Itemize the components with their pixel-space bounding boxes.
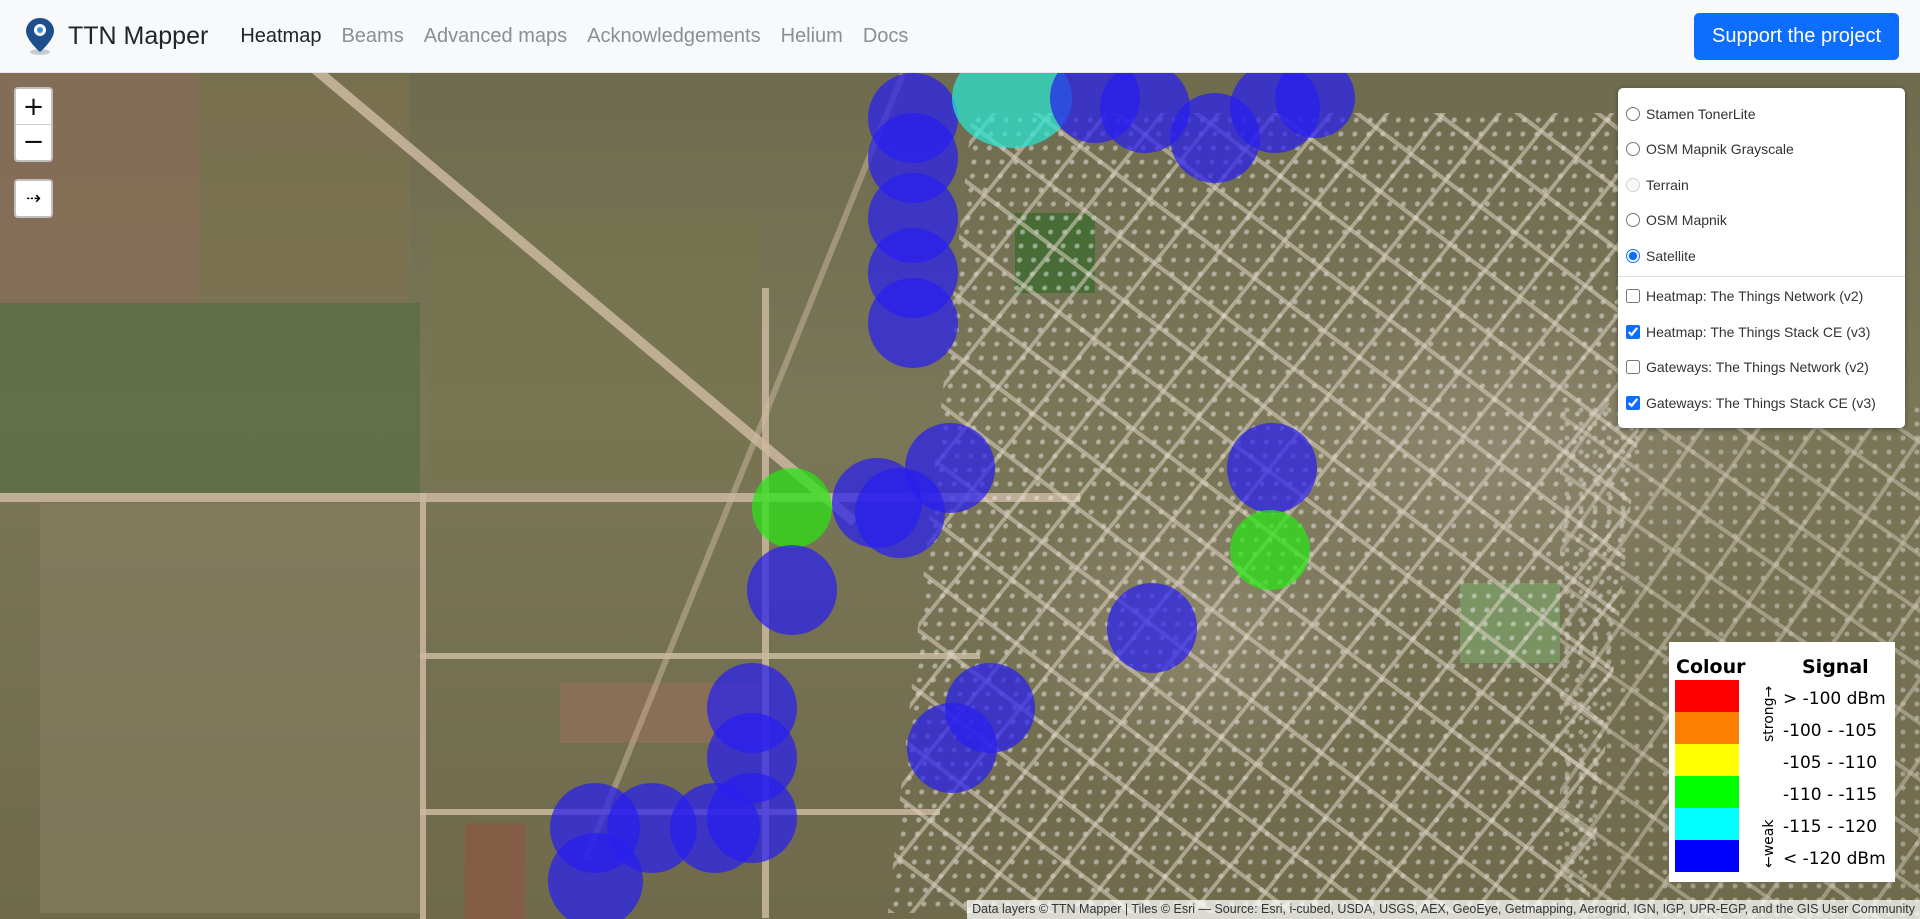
layer-label: OSM Mapnik Grayscale [1646, 141, 1794, 158]
navbar: TTN Mapper Heatmap Beams Advanced maps A… [0, 0, 1920, 73]
legend-colour-header: Colour [1676, 656, 1746, 678]
nav-advanced-maps[interactable]: Advanced maps [414, 25, 577, 48]
overlay-label: Gateways: The Things Network (v2) [1646, 359, 1869, 376]
map-field [465, 823, 525, 919]
layer-radio[interactable] [1626, 106, 1640, 121]
legend-swatch-blue [1675, 840, 1739, 872]
heatmap-cell [855, 468, 945, 558]
expand-arrow-icon[interactable]: ⇢ [14, 179, 53, 218]
support-project-button[interactable]: Support the project [1694, 13, 1899, 60]
layer-satellite[interactable]: Satellite [1626, 238, 1895, 274]
legend-range: -110 - -115 [1783, 785, 1878, 805]
legend-swatch-yellow [1675, 744, 1739, 776]
heatmap-cell [868, 278, 958, 368]
layer-label: Terrain [1646, 176, 1689, 193]
layer-label: Satellite [1646, 247, 1696, 264]
heatmap-cell [548, 833, 643, 919]
overlay-gateways-tts-v3[interactable]: Gateways: The Things Stack CE (v3) [1626, 385, 1895, 421]
map-field [40, 503, 420, 913]
map-attribution[interactable]: Data layers © TTN Mapper | Tiles © Esri … [967, 900, 1920, 919]
nav-beams[interactable]: Beams [331, 25, 413, 48]
layer-terrain: Terrain [1626, 167, 1895, 203]
legend-swatch-orange [1675, 712, 1739, 744]
layer-label: OSM Mapnik [1646, 212, 1727, 229]
layers-divider [1618, 275, 1905, 277]
legend-swatch-red [1675, 680, 1739, 712]
map-field [200, 73, 410, 303]
nav-docs[interactable]: Docs [853, 25, 919, 48]
heatmap-cell [907, 703, 997, 793]
heatmap-cell [1230, 510, 1310, 590]
overlay-checkbox[interactable] [1626, 395, 1640, 410]
layer-osm-mapnik-grayscale[interactable]: OSM Mapnik Grayscale [1626, 132, 1895, 168]
heatmap-cell [752, 468, 832, 548]
map-road [420, 493, 426, 919]
legend-range: > -100 dBm [1783, 689, 1886, 709]
overlay-label: Heatmap: The Things Stack CE (v3) [1646, 323, 1871, 340]
legend-range: -115 - -120 [1783, 817, 1878, 837]
legend-signal-header: Signal [1802, 656, 1869, 678]
legend-range: -105 - -110 [1783, 753, 1878, 773]
overlay-gateways-ttn-v2[interactable]: Gateways: The Things Network (v2) [1626, 350, 1895, 386]
overlay-heatmap-ttn-v2[interactable]: Heatmap: The Things Network (v2) [1626, 279, 1895, 315]
zoom-control: + − [14, 87, 53, 162]
overlay-label: Gateways: The Things Stack CE (v3) [1646, 394, 1876, 411]
brand-link[interactable]: TTN Mapper [22, 16, 208, 56]
main-nav: Heatmap Beams Advanced maps Acknowledgem… [230, 25, 918, 48]
nav-helium[interactable]: Helium [771, 25, 853, 48]
heatmap-cell [1107, 583, 1197, 673]
overlay-checkbox[interactable] [1626, 360, 1640, 375]
legend-range: -100 - -105 [1783, 721, 1878, 741]
layer-radio[interactable] [1626, 213, 1640, 228]
layer-radio [1626, 177, 1640, 192]
legend-weak-label: ←weak [1761, 819, 1777, 868]
map-field [430, 223, 760, 483]
heatmap-cell [747, 545, 837, 635]
nav-heatmap[interactable]: Heatmap [230, 25, 331, 48]
overlay-label: Heatmap: The Things Network (v2) [1646, 288, 1864, 305]
overlay-heatmap-tts-v3[interactable]: Heatmap: The Things Stack CE (v3) [1626, 314, 1895, 350]
map-pin-logo-icon [26, 18, 54, 55]
layers-control-panel: Stamen TonerLite OSM Mapnik Grayscale Te… [1618, 88, 1905, 428]
overlay-checkbox[interactable] [1626, 324, 1640, 339]
brand-name: TTN Mapper [68, 21, 209, 50]
map-road [420, 653, 980, 659]
legend-strong-label: strong→ [1761, 685, 1777, 742]
layer-radio[interactable] [1626, 248, 1640, 263]
layer-radio[interactable] [1626, 142, 1640, 157]
nav-acknowledgements[interactable]: Acknowledgements [577, 25, 770, 48]
zoom-in-button[interactable]: + [16, 89, 51, 124]
layer-osm-mapnik[interactable]: OSM Mapnik [1626, 203, 1895, 239]
legend-swatch-green [1675, 776, 1739, 808]
legend-range: < -120 dBm [1783, 849, 1886, 869]
signal-legend: Colour Signal strong→ ←weak > -100 dBm -… [1669, 642, 1895, 882]
layer-stamen-tonerlite[interactable]: Stamen TonerLite [1626, 96, 1895, 132]
legend-swatch-cyan [1675, 808, 1739, 840]
heatmap-cell [1227, 423, 1317, 513]
overlay-checkbox[interactable] [1626, 289, 1640, 304]
layer-label: Stamen TonerLite [1646, 105, 1756, 122]
zoom-out-button[interactable]: − [16, 124, 51, 159]
map-field [0, 303, 420, 493]
